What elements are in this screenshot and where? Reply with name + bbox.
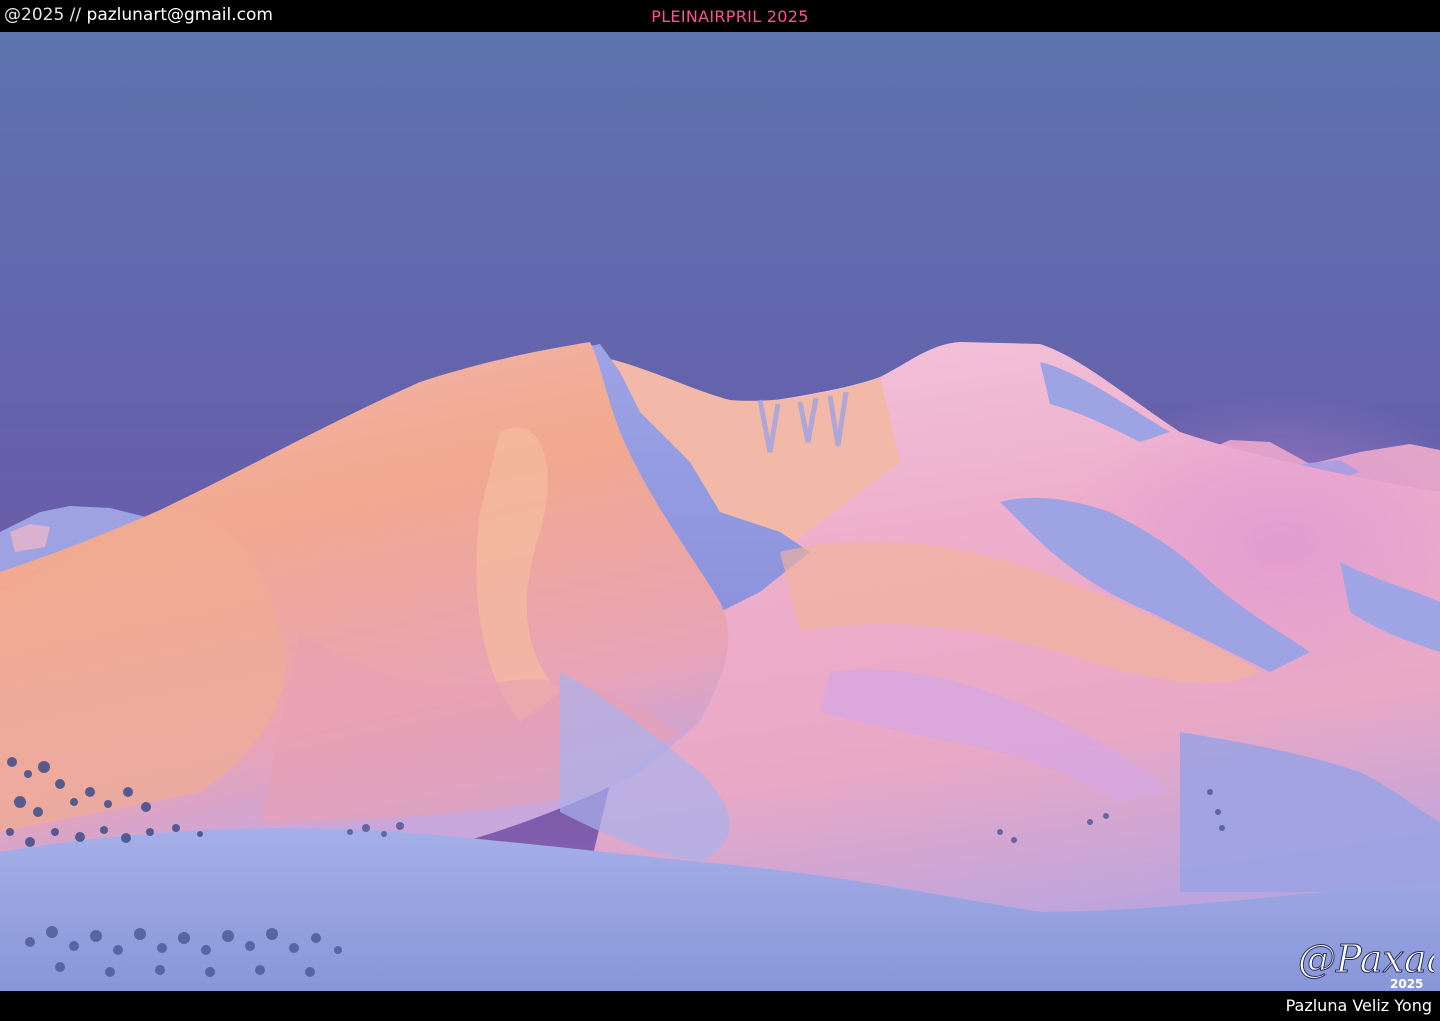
artwork-frame: @2025 // pazlunart@gmail.com PLEINAIRPRI… bbox=[0, 0, 1440, 1021]
artist-signature: @Paxaa 2025 bbox=[1298, 937, 1435, 992]
signature-name: @Paxaa bbox=[1298, 937, 1434, 981]
top-bar: @2025 // pazlunart@gmail.com PLEINAIRPRI… bbox=[0, 0, 1440, 32]
artwork-title: PLEINAIRPRIL 2025 bbox=[651, 7, 809, 26]
bottom-bar: Pazluna Veliz Yong bbox=[0, 991, 1440, 1021]
artist-name: Pazluna Veliz Yong bbox=[1285, 996, 1432, 1015]
signature-year: 2025 bbox=[1390, 977, 1423, 991]
mountain-painting bbox=[0, 32, 1440, 991]
